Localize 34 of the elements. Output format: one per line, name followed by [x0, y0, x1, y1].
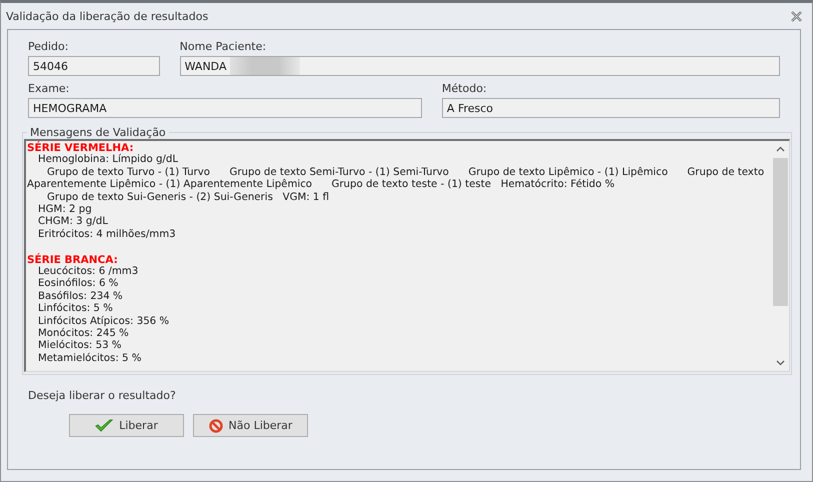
message-line: HGM: 2 pg [37, 204, 93, 216]
message-line: CHGM: 3 g/dL [37, 216, 109, 228]
reject-button[interactable]: Não Liberar [193, 414, 308, 437]
scroll-thumb[interactable] [773, 158, 788, 306]
prohibited-icon [208, 418, 223, 432]
text-field[interactable]: 54046 [28, 56, 160, 76]
message-line: Leucócitos: 6 /mm3 [37, 266, 140, 278]
text-field[interactable]: WANDA [180, 56, 780, 76]
section-heading: SÉRIE BRANCA: [27, 254, 119, 266]
message-line: Eosinófilos: 6 % [37, 278, 120, 290]
message-line: Grupo de texto Sui-Generis - (2) Sui-Generis VGM: 1 fl [46, 192, 330, 204]
message-line: Eritrócitos: 4 milhões/mm3 [37, 228, 177, 242]
window-title: Validação da liberação de resultados [6, 10, 208, 22]
section-heading: SÉRIE VERMELHA: [27, 142, 134, 154]
message-line: Metamielócitos: 5 % [37, 352, 142, 366]
release-button[interactable]: Liberar [69, 414, 184, 437]
field-label: Pedido: [28, 40, 70, 53]
message-line: Mielócitos: 53 % [37, 340, 122, 352]
checkmark-icon [95, 418, 114, 432]
field-label: Nome Paciente: [180, 40, 268, 53]
message-line: Grupo de texto Turvo - (1) Turvo Grupo de texto Semi-Turvo - (1) Semi-Turvo Grupo de texto Lipêmico - (1) Lipêmico Grupo de texto [46, 166, 766, 178]
message-line: Hemoglobina: Límpido g/dL [37, 154, 179, 167]
message-line: Monócitos: 245 % [37, 328, 130, 340]
message-line: Linfócitos: 5 % [37, 303, 114, 316]
message-line: Linfócitos Atípicos: 356 % [37, 316, 170, 328]
message-line: Basófilos: 234 % [37, 290, 124, 302]
field-label: Método: [442, 82, 488, 95]
text-field[interactable]: HEMOGRAMA [28, 98, 422, 118]
group-title: Mensagens de Validação [29, 126, 167, 139]
release-question: Deseja liberar o resultado? [28, 389, 177, 402]
text-field[interactable]: A Fresco [442, 98, 780, 118]
field-label: Exame: [28, 82, 70, 95]
close-icon[interactable] [791, 10, 802, 22]
message-line: Aparentemente Lipêmico - (1) Aparentemente Lipêmico Grupo de texto teste - (1) teste Hematócrito: Fétido % [27, 179, 616, 192]
